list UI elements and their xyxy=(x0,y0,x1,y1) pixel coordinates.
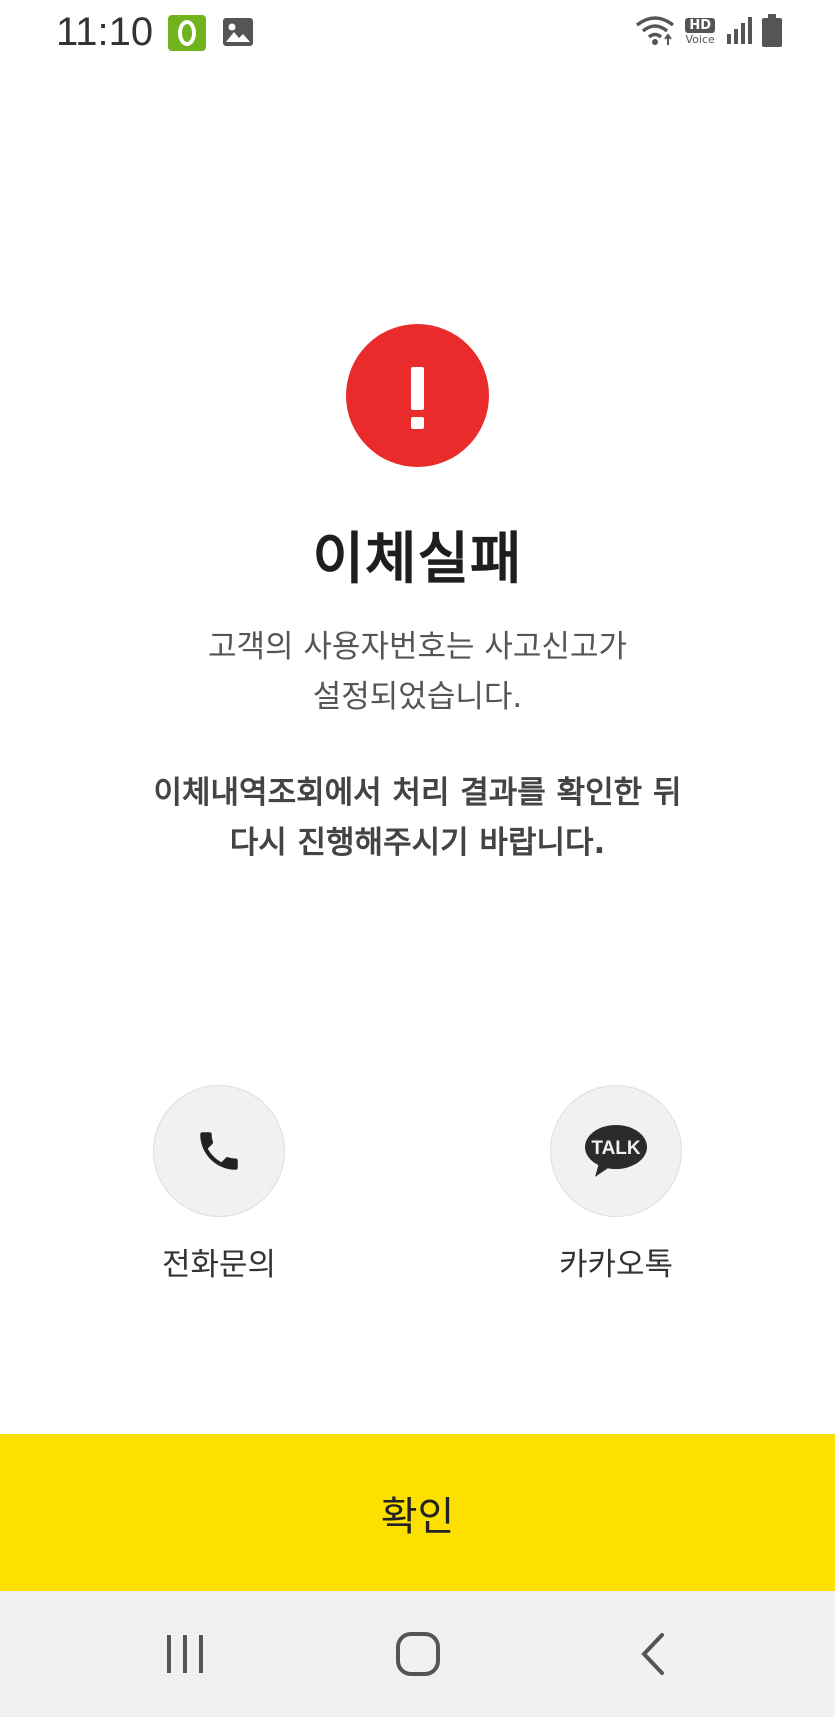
phone-button-circle[interactable] xyxy=(153,1085,285,1217)
status-time: 11:10 xyxy=(56,10,154,54)
page-title: 이체실패 xyxy=(312,527,523,592)
home-icon xyxy=(396,1632,440,1676)
status-indicators: HD Voice xyxy=(635,14,783,48)
error-message-line: 고객의 사용자번호는 사고신고가 xyxy=(208,629,627,665)
guide-message: 이체내역조회에서 처리 결과를 확인한 뒤 다시 진행해주시기 바랍니다. xyxy=(0,768,835,868)
phone-inquiry-button[interactable]: 전화문의 xyxy=(119,1085,319,1284)
error-message-line: 설정되었습니다. xyxy=(312,679,523,715)
error-message: 고객의 사용자번호는 사고신고가 설정되었습니다. xyxy=(0,622,835,722)
signal-icon xyxy=(727,17,752,44)
recent-apps-button[interactable] xyxy=(155,1629,215,1679)
status-bar: 11:10 HD Voice xyxy=(0,0,835,66)
navigation-bar xyxy=(0,1591,835,1717)
home-button[interactable] xyxy=(388,1629,448,1679)
wifi-icon xyxy=(636,16,675,45)
exclamation-dot xyxy=(411,417,424,429)
kakaotalk-icon: TALK xyxy=(585,1125,647,1177)
phone-icon xyxy=(200,1132,238,1170)
hd-voice-indicator: HD Voice xyxy=(685,17,715,46)
back-button[interactable] xyxy=(623,1629,683,1679)
gallery-icon xyxy=(223,18,253,46)
kakaotalk-label: 카카오톡 xyxy=(558,1247,674,1283)
recent-apps-icon xyxy=(167,1635,203,1673)
exclamation-icon xyxy=(411,367,424,410)
back-icon xyxy=(641,1633,664,1675)
battery-icon xyxy=(762,14,782,47)
kakaotalk-button-circle[interactable]: TALK xyxy=(550,1085,682,1217)
talk-badge-text: TALK xyxy=(591,1138,641,1159)
phone-inquiry-label: 전화문의 xyxy=(161,1247,277,1283)
app-notification-icon xyxy=(168,15,206,51)
guide-message-line: 다시 진행해주시기 바랍니다. xyxy=(229,825,606,861)
kakaotalk-button[interactable]: TALK 카카오톡 xyxy=(516,1085,716,1284)
confirm-button-label: 확인 xyxy=(380,1493,455,1540)
confirm-button[interactable]: 확인 xyxy=(0,1434,835,1591)
guide-message-line: 이체내역조회에서 처리 결과를 확인한 뒤 xyxy=(153,775,682,811)
